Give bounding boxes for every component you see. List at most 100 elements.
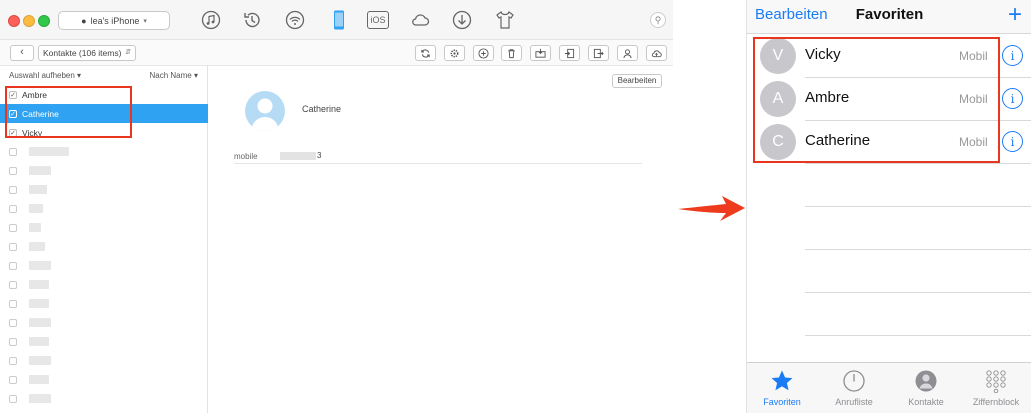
contact-detail-pane: Bearbeiten Catherine mobile 3 (208, 66, 673, 413)
divider (805, 292, 1031, 293)
mobile-value-suffix: 3 (317, 151, 322, 160)
info-icon[interactable]: i (1002, 88, 1023, 109)
tab-contacts[interactable]: Kontakte (891, 363, 961, 413)
blurred-contact-row[interactable] (9, 332, 199, 351)
zoom-window-button[interactable] (38, 15, 50, 27)
blurred-name (29, 337, 49, 346)
sort-label: Nach Name (149, 71, 192, 80)
to-device-button[interactable] (530, 45, 551, 61)
add-icon[interactable]: + (1008, 1, 1022, 29)
highlight-box-selected-contacts (5, 86, 132, 138)
category-selector[interactable]: Kontakte (106 items) ⇵ (38, 45, 136, 61)
back-button[interactable]: ‹ (10, 45, 34, 61)
settings-button[interactable] (444, 45, 465, 61)
highlight-box-favorites (753, 37, 1000, 163)
person-icon (915, 370, 937, 392)
search-icon[interactable]: ⚲ (650, 12, 666, 28)
shirt-icon[interactable] (494, 9, 516, 31)
blurred-name (29, 204, 43, 213)
divider (805, 249, 1031, 250)
checkbox[interactable] (9, 223, 17, 232)
settings-icon (450, 49, 459, 57)
device-selector[interactable]: ● lea's iPhone ▾ (58, 11, 170, 30)
blurred-name (29, 147, 69, 156)
checkbox[interactable] (9, 280, 17, 289)
checkbox[interactable] (9, 185, 17, 194)
sort-button[interactable]: Nach Name ▾ (150, 71, 199, 80)
blurred-name (29, 375, 49, 384)
chevron-down-icon: ▾ (143, 17, 147, 25)
delete-button[interactable] (501, 45, 522, 61)
blurred-name (29, 356, 51, 365)
upload-cloud-icon (651, 49, 662, 57)
import-button[interactable] (559, 45, 580, 61)
blurred-contact-row[interactable] (9, 275, 199, 294)
tab-label: Favoriten (763, 397, 801, 407)
tab-label: Kontakte (908, 397, 944, 407)
checkbox[interactable] (9, 299, 17, 308)
avatar (245, 91, 285, 131)
navigation-bar: Bearbeiten Favoriten + (747, 0, 1031, 34)
checkbox[interactable] (9, 147, 17, 156)
title-bar: ● lea's iPhone ▾ iOS ⚲ (0, 0, 673, 40)
wifi-icon[interactable] (284, 9, 306, 31)
cloud-icon[interactable] (409, 9, 431, 31)
blurred-contact-row[interactable] (9, 370, 199, 389)
blurred-contact-row[interactable] (9, 218, 199, 237)
blurred-contact-row[interactable] (9, 294, 199, 313)
tab-favorites[interactable]: Favoriten (747, 363, 817, 413)
music-icon[interactable] (200, 9, 222, 31)
blurred-contact-row[interactable] (9, 256, 199, 275)
checkbox[interactable] (9, 337, 17, 346)
edit-button[interactable]: Bearbeiten (612, 74, 662, 88)
add-icon (478, 47, 489, 59)
person-silhouette-icon (251, 98, 279, 131)
divider (805, 163, 1031, 164)
refresh-icon (421, 48, 430, 58)
device-name: lea's iPhone (90, 15, 140, 26)
checkbox[interactable] (9, 318, 17, 327)
checkbox[interactable] (9, 375, 17, 384)
tab-keypad[interactable]: Ziffernblock (961, 363, 1031, 413)
checkbox[interactable] (9, 242, 17, 251)
blurred-contact-row[interactable] (9, 237, 199, 256)
blurred-contact-row[interactable] (9, 199, 199, 218)
minimize-window-button[interactable] (23, 15, 35, 27)
list-header: Auswahl aufheben ▾ Nach Name ▾ (0, 66, 208, 84)
blurred-contact-row[interactable] (9, 161, 199, 180)
blurred-contact-row[interactable] (9, 313, 199, 332)
blurred-contact-row[interactable] (9, 351, 199, 370)
export-button[interactable] (588, 45, 609, 61)
history-icon[interactable] (241, 9, 263, 31)
mobile-value[interactable]: 3 (280, 151, 321, 160)
upload-cloud-button[interactable] (646, 45, 667, 61)
clock-icon (843, 370, 865, 392)
blurred-contact-row[interactable] (9, 180, 199, 199)
tab-label: Anrufliste (835, 397, 873, 407)
checkbox[interactable] (9, 166, 17, 175)
deselect-label: Auswahl aufheben (9, 71, 75, 80)
info-icon[interactable]: i (1002, 131, 1023, 152)
category-label: Kontakte (106 items) (43, 48, 122, 58)
tab-recents[interactable]: Anrufliste (819, 363, 889, 413)
iphone-icon[interactable] (328, 9, 350, 31)
close-window-button[interactable] (8, 15, 20, 27)
info-icon[interactable]: i (1002, 45, 1023, 66)
blurred-contact-row[interactable] (9, 389, 199, 408)
contact-button[interactable] (617, 45, 638, 61)
deselect-all-button[interactable]: Auswahl aufheben ▾ (9, 71, 81, 80)
blurred-name (29, 318, 51, 327)
divider (805, 335, 1031, 336)
checkbox[interactable] (9, 261, 17, 270)
checkbox[interactable] (9, 204, 17, 213)
checkbox[interactable] (9, 394, 17, 403)
download-icon[interactable] (451, 9, 473, 31)
add-button[interactable] (473, 45, 494, 61)
detail-contact-name: Catherine (302, 104, 342, 114)
ios-icon[interactable]: iOS (367, 11, 389, 29)
refresh-button[interactable] (415, 45, 436, 61)
blurred-name (29, 166, 51, 175)
blurred-contact-row[interactable] (9, 142, 199, 161)
import-icon (564, 48, 575, 58)
checkbox[interactable] (9, 356, 17, 365)
